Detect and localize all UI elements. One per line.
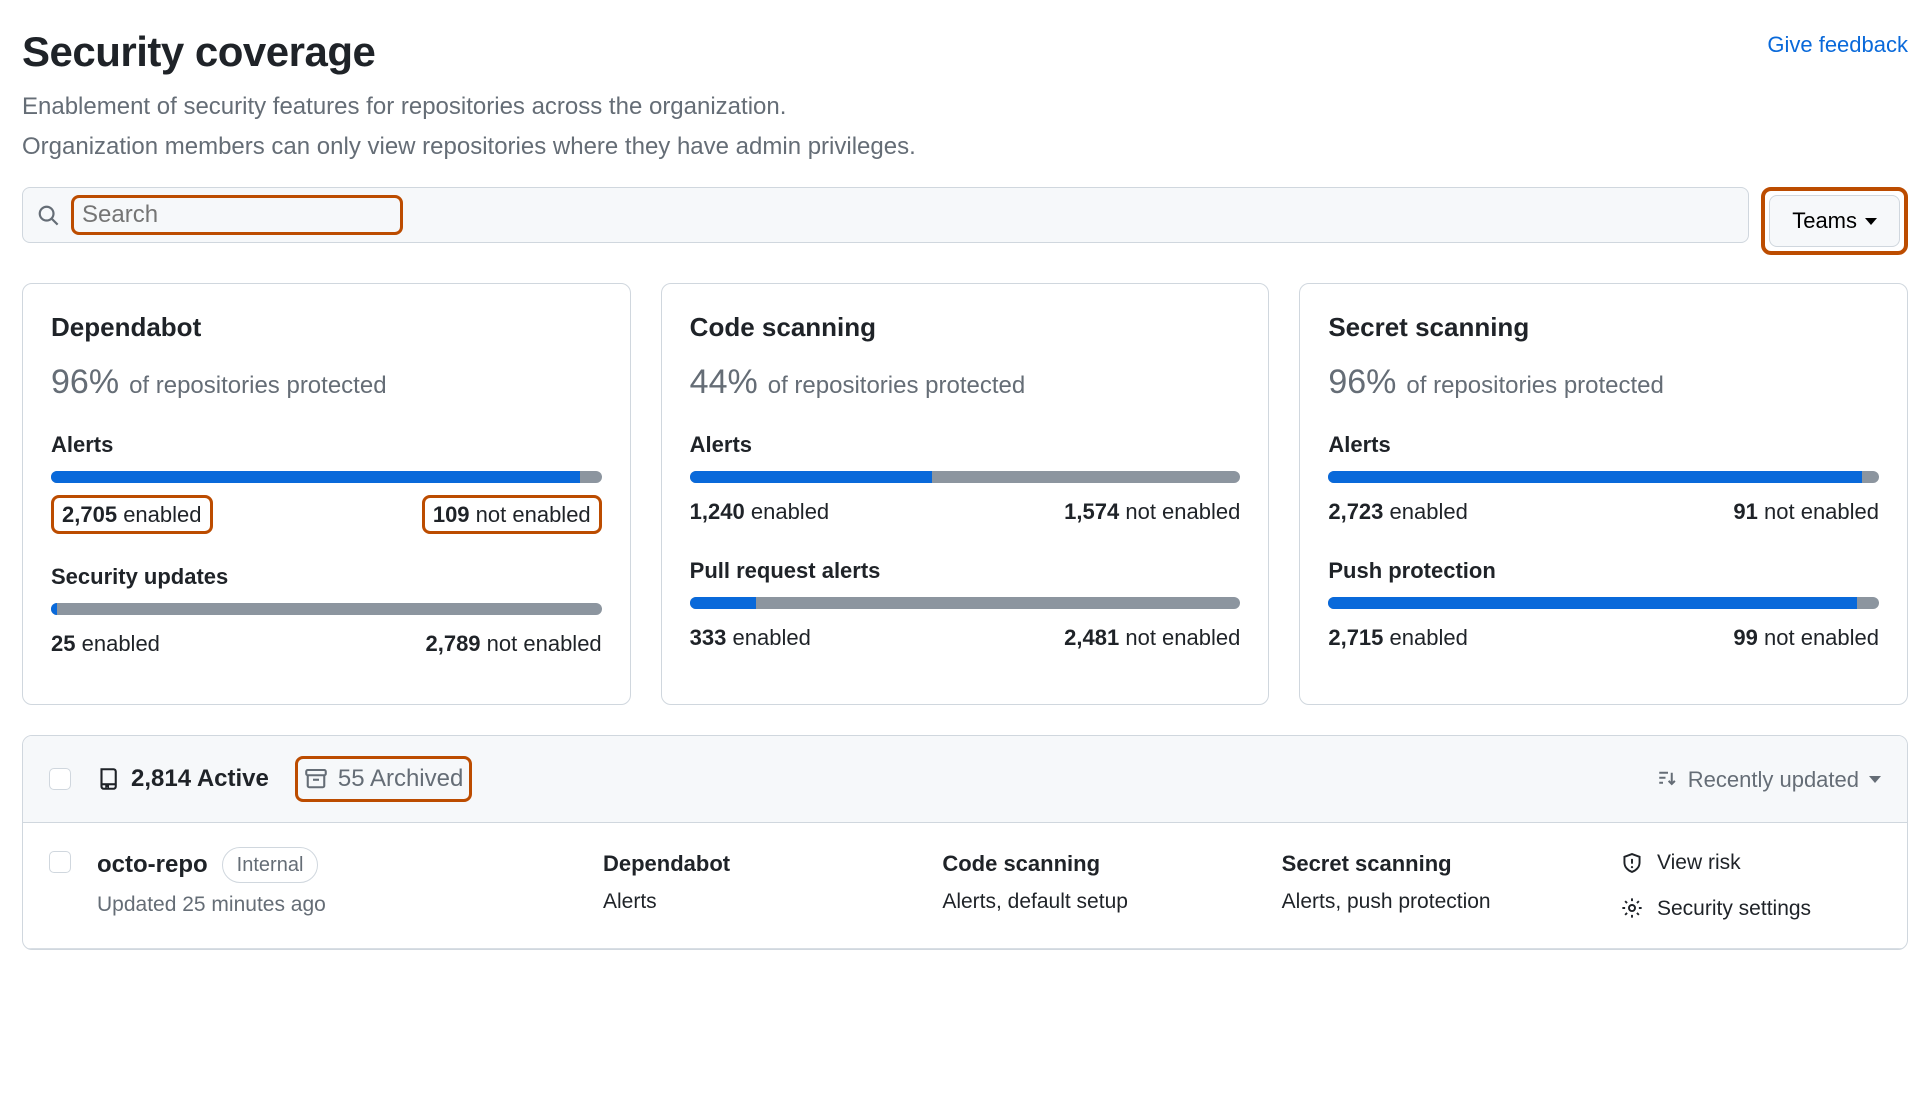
tab-active[interactable]: 2,814 Active bbox=[97, 761, 269, 797]
sort-dropdown[interactable]: Recently updated bbox=[1658, 763, 1881, 796]
archive-icon bbox=[304, 767, 328, 791]
coverage-card: Dependabot 96%of repositories protected … bbox=[22, 283, 631, 705]
metric-counts: 2,723 enabled91 not enabled bbox=[1328, 495, 1879, 528]
card-title: Code scanning bbox=[690, 308, 1241, 347]
coverage-card: Secret scanning 96%of repositories prote… bbox=[1299, 283, 1908, 705]
view-risk-link[interactable]: View risk bbox=[1621, 847, 1881, 879]
teams-dropdown[interactable]: Teams bbox=[1769, 195, 1900, 247]
repo-icon bbox=[97, 767, 121, 791]
metric-block: Security updates 25 enabled2,789 not ena… bbox=[51, 560, 602, 660]
metric-label: Security updates bbox=[51, 560, 602, 593]
repository-list: 2,814 Active 55 Archived Recently update… bbox=[22, 735, 1908, 950]
teams-label: Teams bbox=[1792, 208, 1857, 234]
sort-icon bbox=[1658, 769, 1678, 789]
give-feedback-link[interactable]: Give feedback bbox=[1767, 28, 1908, 61]
shield-alert-icon bbox=[1621, 852, 1643, 874]
coverage-cards: Dependabot 96%of repositories protected … bbox=[22, 283, 1908, 705]
coverage-card: Code scanning 44%of repositories protect… bbox=[661, 283, 1270, 705]
metric-label: Push protection bbox=[1328, 554, 1879, 587]
progress-bar bbox=[690, 597, 1241, 609]
progress-bar bbox=[51, 603, 602, 615]
repo-col-dependabot: Dependabot Alerts bbox=[603, 847, 916, 918]
repo-checkbox[interactable] bbox=[49, 851, 71, 873]
metric-block: Alerts 1,240 enabled1,574 not enabled bbox=[690, 428, 1241, 528]
metric-block: Alerts 2,705 enabled109 not enabled bbox=[51, 428, 602, 534]
card-pct: 96%of repositories protected bbox=[51, 357, 602, 408]
metric-counts: 333 enabled2,481 not enabled bbox=[690, 621, 1241, 654]
list-header: 2,814 Active 55 Archived Recently update… bbox=[23, 736, 1907, 823]
card-title: Dependabot bbox=[51, 308, 602, 347]
metric-block: Alerts 2,723 enabled91 not enabled bbox=[1328, 428, 1879, 528]
caret-down-icon bbox=[1865, 218, 1877, 225]
progress-bar bbox=[690, 471, 1241, 483]
search-field[interactable] bbox=[22, 187, 1749, 243]
gear-icon bbox=[1621, 897, 1643, 919]
metric-label: Alerts bbox=[690, 428, 1241, 461]
page-title: Security coverage bbox=[22, 20, 916, 83]
visibility-badge: Internal bbox=[222, 847, 319, 883]
card-pct: 96%of repositories protected bbox=[1328, 357, 1879, 408]
metric-counts: 2,715 enabled99 not enabled bbox=[1328, 621, 1879, 654]
metric-label: Alerts bbox=[51, 428, 602, 461]
progress-bar bbox=[1328, 471, 1879, 483]
repo-name[interactable]: octo-repo bbox=[97, 847, 208, 883]
metric-label: Pull request alerts bbox=[690, 554, 1241, 587]
search-icon bbox=[37, 204, 59, 226]
progress-bar bbox=[1328, 597, 1879, 609]
repo-row: octo-repo Internal Updated 25 minutes ag… bbox=[23, 823, 1907, 949]
metric-counts: 1,240 enabled1,574 not enabled bbox=[690, 495, 1241, 528]
card-title: Secret scanning bbox=[1328, 308, 1879, 347]
progress-bar bbox=[51, 471, 602, 483]
metric-block: Pull request alerts 333 enabled2,481 not… bbox=[690, 554, 1241, 654]
card-pct: 44%of repositories protected bbox=[690, 357, 1241, 408]
repo-col-secretscanning: Secret scanning Alerts, push protection bbox=[1282, 847, 1595, 918]
repo-updated: Updated 25 minutes ago bbox=[97, 889, 577, 921]
repo-col-codescanning: Code scanning Alerts, default setup bbox=[942, 847, 1255, 918]
search-input[interactable] bbox=[80, 200, 394, 230]
select-all-checkbox[interactable] bbox=[49, 768, 71, 790]
metric-block: Push protection 2,715 enabled99 not enab… bbox=[1328, 554, 1879, 654]
metric-label: Alerts bbox=[1328, 428, 1879, 461]
page-subtitle-2: Organization members can only view repos… bbox=[22, 129, 916, 165]
security-settings-link[interactable]: Security settings bbox=[1621, 893, 1881, 925]
metric-counts: 25 enabled2,789 not enabled bbox=[51, 627, 602, 660]
caret-down-icon bbox=[1869, 776, 1881, 783]
tab-archived[interactable]: 55 Archived bbox=[304, 761, 463, 797]
page-subtitle-1: Enablement of security features for repo… bbox=[22, 89, 916, 125]
metric-counts: 2,705 enabled109 not enabled bbox=[51, 495, 602, 534]
